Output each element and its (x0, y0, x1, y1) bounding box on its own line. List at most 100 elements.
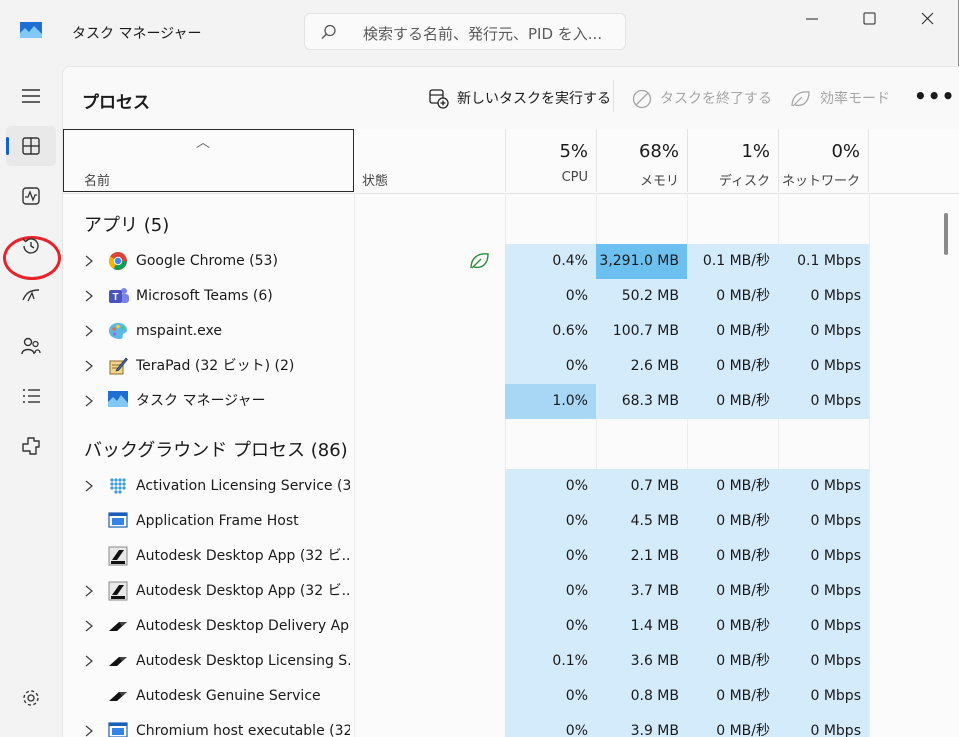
cpu-value: 0% (505, 279, 596, 314)
cpu-value: 0% (505, 679, 596, 714)
table-row[interactable]: T Microsoft Teams (6) 0% 50.2 MB 0 MB/秒 0 Mbp… (63, 279, 959, 314)
chevron-right-icon[interactable] (83, 618, 95, 632)
table-row[interactable]: Autodesk Desktop App (32 ビ... 0% 2.1 MB 0 M… (63, 539, 959, 574)
disk-value: 0 MB/秒 (687, 574, 778, 609)
network-value: 0 Mbps (778, 469, 869, 504)
disk-value: 0 MB/秒 (687, 279, 778, 314)
cpu-value: 0% (505, 504, 596, 539)
svg-text:T: T (112, 292, 118, 303)
network-value: 0 Mbps (778, 644, 869, 679)
table-row[interactable]: Autodesk Genuine Service 0% 0.8 MB 0 MB/秒 0 … (63, 679, 959, 714)
nav-processes[interactable] (6, 126, 56, 166)
memory-value: 3.6 MB (596, 644, 687, 679)
title-bar: タスク マネージャー 検索する名前、発行元、PID を入... (0, 0, 959, 64)
table-row[interactable]: mspaint.exe 0.6% 100.7 MB 0 MB/秒 0 Mbps (63, 314, 959, 349)
table-row[interactable]: Activation Licensing Service (3... 0% 0.7 … (63, 469, 959, 504)
search-box[interactable]: 検索する名前、発行元、PID を入... (304, 13, 626, 50)
process-name: Autodesk Desktop Delivery Ap... (136, 618, 350, 634)
sort-up-icon: ︿ (196, 135, 210, 151)
chevron-right-icon[interactable] (83, 583, 95, 597)
autodesk-box-icon (108, 546, 130, 566)
chevron-right-icon[interactable] (83, 478, 95, 492)
run-new-task-button[interactable]: 新しいタスクを実行する (429, 88, 611, 109)
nav-performance[interactable] (6, 176, 56, 216)
column-header-memory[interactable]: 68% メモリ (596, 129, 687, 192)
details-list-icon (23, 389, 40, 403)
disk-value: 0 MB/秒 (687, 384, 778, 419)
command-bar: プロセス 新しいタスクを実行する タスクを終了する 効率モード ••• (62, 66, 959, 129)
column-header-cpu[interactable]: 5% CPU (505, 129, 596, 192)
minimize-button[interactable] (784, 0, 842, 40)
chevron-right-icon[interactable] (83, 288, 95, 302)
chevron-right-icon[interactable] (83, 358, 95, 372)
network-label: ネットワーク (781, 174, 860, 189)
table-row[interactable]: Autodesk Desktop Licensing S... 0.1% 3.6 M… (63, 644, 959, 679)
memory-value: 68.3 MB (596, 384, 687, 419)
table-row[interactable]: Application Frame Host 0% 4.5 MB 0 MB/秒 0 Mb… (63, 504, 959, 539)
memory-value: 4.5 MB (596, 504, 687, 539)
close-button[interactable] (899, 0, 957, 40)
table-row[interactable]: Autodesk Desktop App (32 ビ... 0% 3.7 MB 0 M… (63, 574, 959, 609)
disk-value: 0.1 MB/秒 (687, 244, 778, 279)
nav-details[interactable] (6, 376, 56, 416)
group-header-apps[interactable]: アプリ (5) (84, 211, 169, 237)
efficiency-mode-button[interactable]: 効率モード (790, 88, 890, 109)
taskmgr-icon (108, 391, 130, 411)
disk-value: 0 MB/秒 (687, 714, 778, 737)
network-value: 0 Mbps (778, 279, 869, 314)
leaf-icon (469, 251, 491, 275)
disk-value: 0 MB/秒 (687, 644, 778, 679)
table-header: ︿ 名前 状態 5% CPU 68% メモリ 1% ディスク 0% ネットワーク (63, 129, 959, 194)
nav-services[interactable] (6, 426, 56, 466)
cpu-value: 0% (505, 469, 596, 504)
dots-icon (108, 476, 130, 496)
new-task-icon (429, 89, 449, 109)
process-table: ︿ 名前 状態 5% CPU 68% メモリ 1% ディスク 0% ネットワーク… (63, 129, 959, 737)
table-row[interactable]: タスク マネージャー 1.0% 68.3 MB 0 MB/秒 0 Mbps (63, 384, 959, 419)
process-name: Google Chrome (53) (136, 253, 278, 269)
nav-startup[interactable] (6, 276, 56, 316)
column-header-status[interactable]: 状態 (362, 170, 388, 189)
end-task-button[interactable]: タスクを終了する (632, 88, 772, 109)
disk-total: 1% (741, 141, 770, 162)
performance-icon (22, 187, 40, 205)
network-value: 0 Mbps (778, 574, 869, 609)
process-name: Autodesk Desktop App (32 ビ... (136, 548, 350, 564)
hamburger-icon (22, 89, 40, 103)
scrollbar-thumb[interactable] (944, 213, 948, 255)
column-name-label: 名前 (84, 174, 111, 189)
table-row[interactable]: Chromium host executable (32... 0% 3.9 MB 0… (63, 714, 959, 737)
process-name: Autodesk Desktop App (32 ビ... (136, 583, 350, 599)
column-header-name[interactable]: ︿ 名前 (63, 129, 354, 192)
maximize-button[interactable] (841, 0, 899, 40)
memory-value: 2.1 MB (596, 539, 687, 574)
processes-icon (22, 137, 40, 155)
process-name: Chromium host executable (32... (136, 723, 350, 737)
nav-app-history[interactable] (6, 226, 56, 266)
nav-menu-button[interactable] (6, 76, 56, 116)
memory-value: 3,291.0 MB (596, 244, 687, 279)
network-value: 0 Mbps (778, 504, 869, 539)
nav-settings[interactable] (6, 678, 56, 718)
table-row[interactable]: Google Chrome (53) 0.4% 3,291.0 MB 0.1 MB/秒… (63, 244, 959, 279)
chevron-right-icon[interactable] (83, 653, 95, 667)
cpu-value: 0% (505, 349, 596, 384)
cpu-value: 1.0% (505, 384, 596, 419)
more-options-button[interactable]: ••• (914, 84, 955, 108)
search-input[interactable]: 検索する名前、発行元、PID を入... (363, 23, 602, 44)
group-header-background[interactable]: バックグラウンド プロセス (86) (84, 436, 348, 462)
autodesk-icon (108, 686, 130, 706)
network-value: 0 Mbps (778, 349, 869, 384)
chevron-right-icon[interactable] (83, 723, 95, 737)
autodesk-icon (108, 616, 130, 636)
column-header-network[interactable]: 0% ネットワーク (778, 129, 869, 192)
table-row[interactable]: Autodesk Desktop Delivery Ap... 0% 1.4 MB 0… (63, 609, 959, 644)
column-header-disk[interactable]: 1% ディスク (687, 129, 778, 192)
chevron-right-icon[interactable] (83, 323, 95, 337)
maximize-icon (863, 12, 876, 25)
nav-users[interactable] (6, 326, 56, 366)
cpu-value: 0.4% (505, 244, 596, 279)
table-row[interactable]: TeraPad (32 ビット) (2) 0% 2.6 MB 0 MB/秒 0 Mbps (63, 349, 959, 384)
chevron-right-icon[interactable] (83, 393, 95, 407)
chevron-right-icon[interactable] (83, 253, 95, 267)
